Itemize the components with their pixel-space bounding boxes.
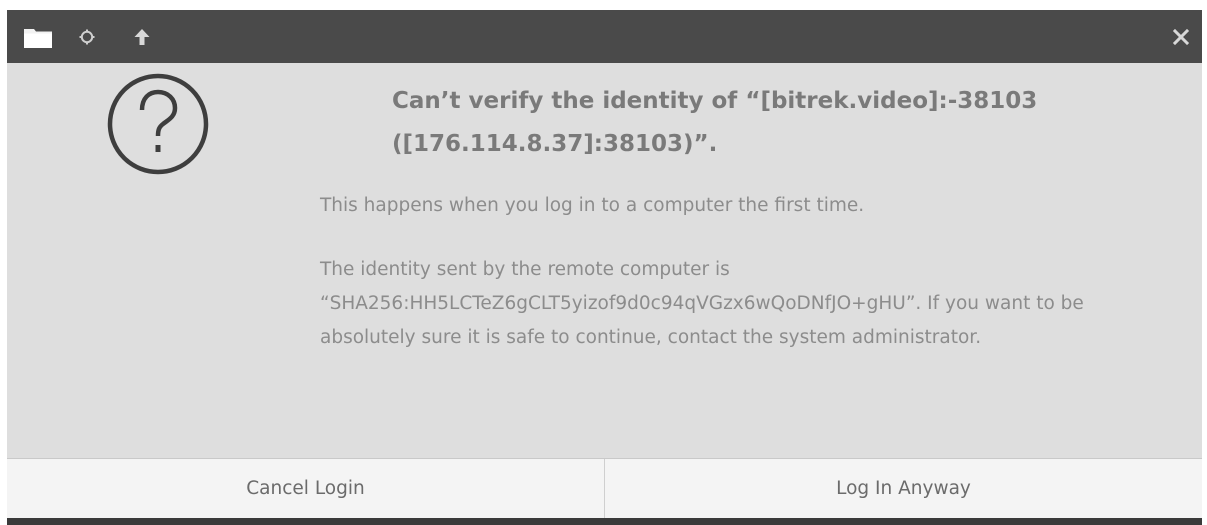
log-in-anyway-button[interactable]: Log In Anyway [605, 459, 1202, 518]
dialog-message-fingerprint: The identity sent by the remote computer… [320, 259, 1084, 348]
up-arrow-icon[interactable] [131, 10, 153, 63]
identity-dialog-window: Can’t verify the identity of “[bitrek.vi… [7, 10, 1202, 525]
close-icon[interactable] [1167, 10, 1195, 63]
dialog-content: Can’t verify the identity of “[bitrek.vi… [7, 63, 1202, 458]
question-icon [107, 73, 209, 175]
window-titlebar [7, 10, 1202, 63]
gear-icon[interactable] [77, 10, 97, 63]
dialog-button-bar: Cancel Login Log In Anyway [7, 458, 1202, 518]
dialog-message-first-time: This happens when you log in to a comput… [320, 195, 865, 216]
folder-icon[interactable] [23, 10, 53, 63]
dialog-heading: Can’t verify the identity of “[bitrek.vi… [392, 88, 1038, 157]
cancel-login-button[interactable]: Cancel Login [7, 459, 605, 518]
window-bottom-edge [7, 518, 1202, 525]
